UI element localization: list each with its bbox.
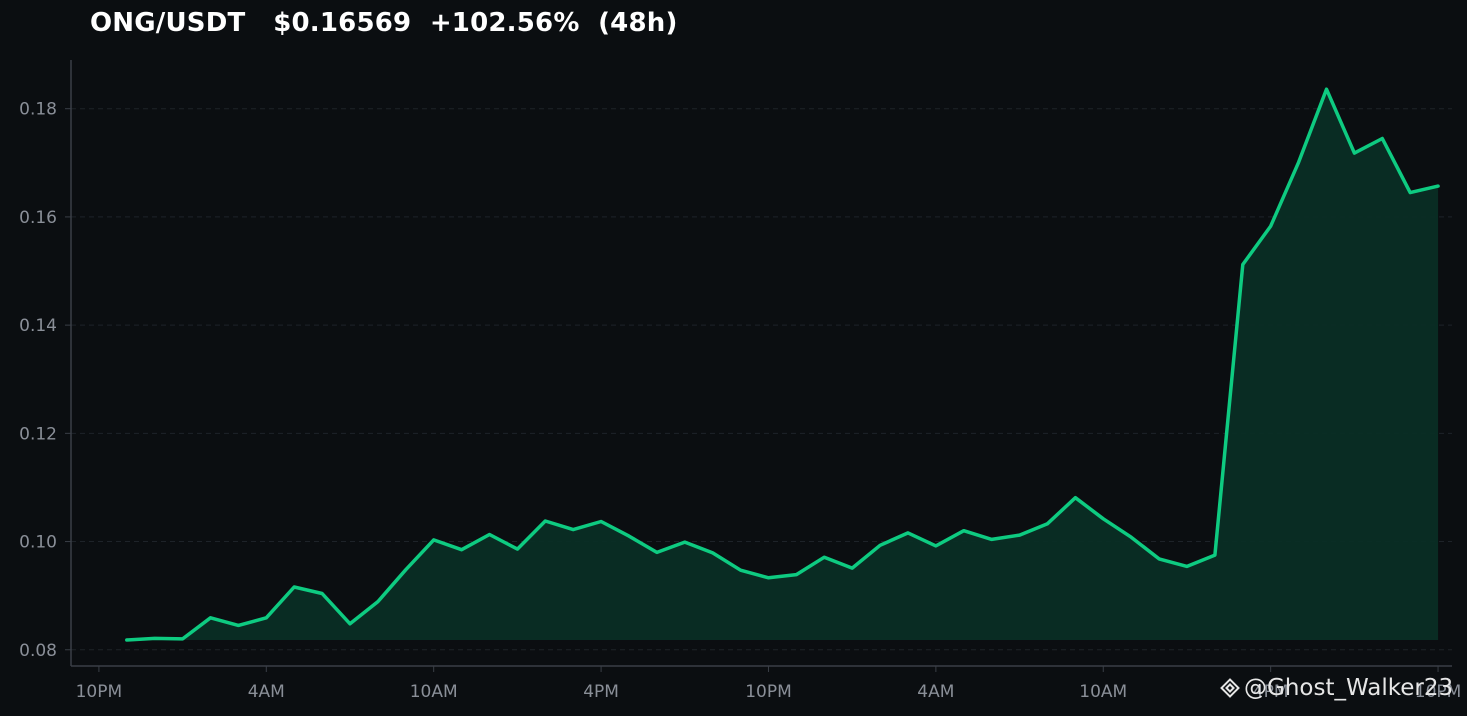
data-point <box>962 529 966 533</box>
y-tick-label: 0.10 <box>19 533 57 553</box>
data-point <box>404 568 408 572</box>
x-tick-label: 4PM <box>583 682 619 702</box>
data-point <box>236 623 240 627</box>
data-point <box>1157 557 1161 561</box>
data-point <box>571 528 575 532</box>
y-tick-label: 0.12 <box>19 424 57 444</box>
data-point <box>850 566 854 570</box>
data-point <box>1297 160 1301 164</box>
y-axis-ticks: 0.08 0.10 0.12 0.14 0.16 0.18 <box>19 100 71 661</box>
data-point <box>460 548 464 552</box>
data-point <box>739 568 743 572</box>
data-point <box>432 538 436 542</box>
data-point <box>376 600 380 604</box>
x-tick-label: 4AM <box>248 682 285 702</box>
data-point <box>1241 263 1245 267</box>
data-point <box>990 537 994 541</box>
data-point <box>1325 87 1329 91</box>
data-point <box>1269 224 1273 228</box>
data-point <box>794 573 798 577</box>
data-point <box>153 636 157 640</box>
watermark: @Ghost_Walker23 <box>1218 675 1453 701</box>
data-point <box>488 533 492 537</box>
data-point <box>1213 553 1217 557</box>
price-area-fill <box>126 89 1439 640</box>
data-point <box>348 622 352 626</box>
data-point <box>627 534 631 538</box>
price-chart: 0.08 0.10 0.12 0.14 0.16 0.18 10PM 4AM 10AM 4PM 1… <box>19 60 1461 702</box>
data-point <box>906 531 910 535</box>
data-point <box>543 519 547 523</box>
data-point <box>1352 151 1356 155</box>
data-point <box>655 550 659 554</box>
y-tick-label: 0.16 <box>19 208 57 228</box>
data-point <box>711 551 715 555</box>
watermark-text: @Ghost_Walker23 <box>1244 675 1454 701</box>
data-point <box>1046 522 1050 526</box>
binance-logo-icon <box>1220 678 1240 698</box>
data-point <box>822 555 826 559</box>
data-point <box>125 638 129 642</box>
chart-stage: ONG/USDT $0.16569 +102.56% (48h) 0.08 0.1… <box>0 0 1467 716</box>
data-point <box>1408 191 1412 195</box>
data-point <box>1101 517 1105 521</box>
y-tick-label: 0.18 <box>19 100 57 120</box>
data-point <box>934 544 938 548</box>
x-tick-label: 10PM <box>745 682 792 702</box>
data-point <box>292 585 296 589</box>
data-point <box>683 540 687 544</box>
data-point <box>1018 533 1022 537</box>
data-point <box>599 520 603 524</box>
data-point <box>1129 535 1133 539</box>
y-tick-label: 0.08 <box>19 641 57 661</box>
data-point <box>209 616 213 620</box>
data-point <box>1380 137 1384 141</box>
y-tick-label: 0.14 <box>19 316 57 336</box>
data-point <box>264 616 268 620</box>
data-point <box>515 547 519 551</box>
data-point <box>181 637 185 641</box>
x-tick-label: 10AM <box>410 682 458 702</box>
x-tick-label: 10PM <box>76 682 123 702</box>
data-point <box>878 543 882 547</box>
data-point <box>1073 496 1077 500</box>
data-point <box>767 576 771 580</box>
data-point <box>320 592 324 596</box>
x-tick-label: 10AM <box>1079 682 1127 702</box>
x-tick-label: 4AM <box>917 682 954 702</box>
data-point <box>1185 564 1189 568</box>
data-point <box>1436 184 1440 188</box>
